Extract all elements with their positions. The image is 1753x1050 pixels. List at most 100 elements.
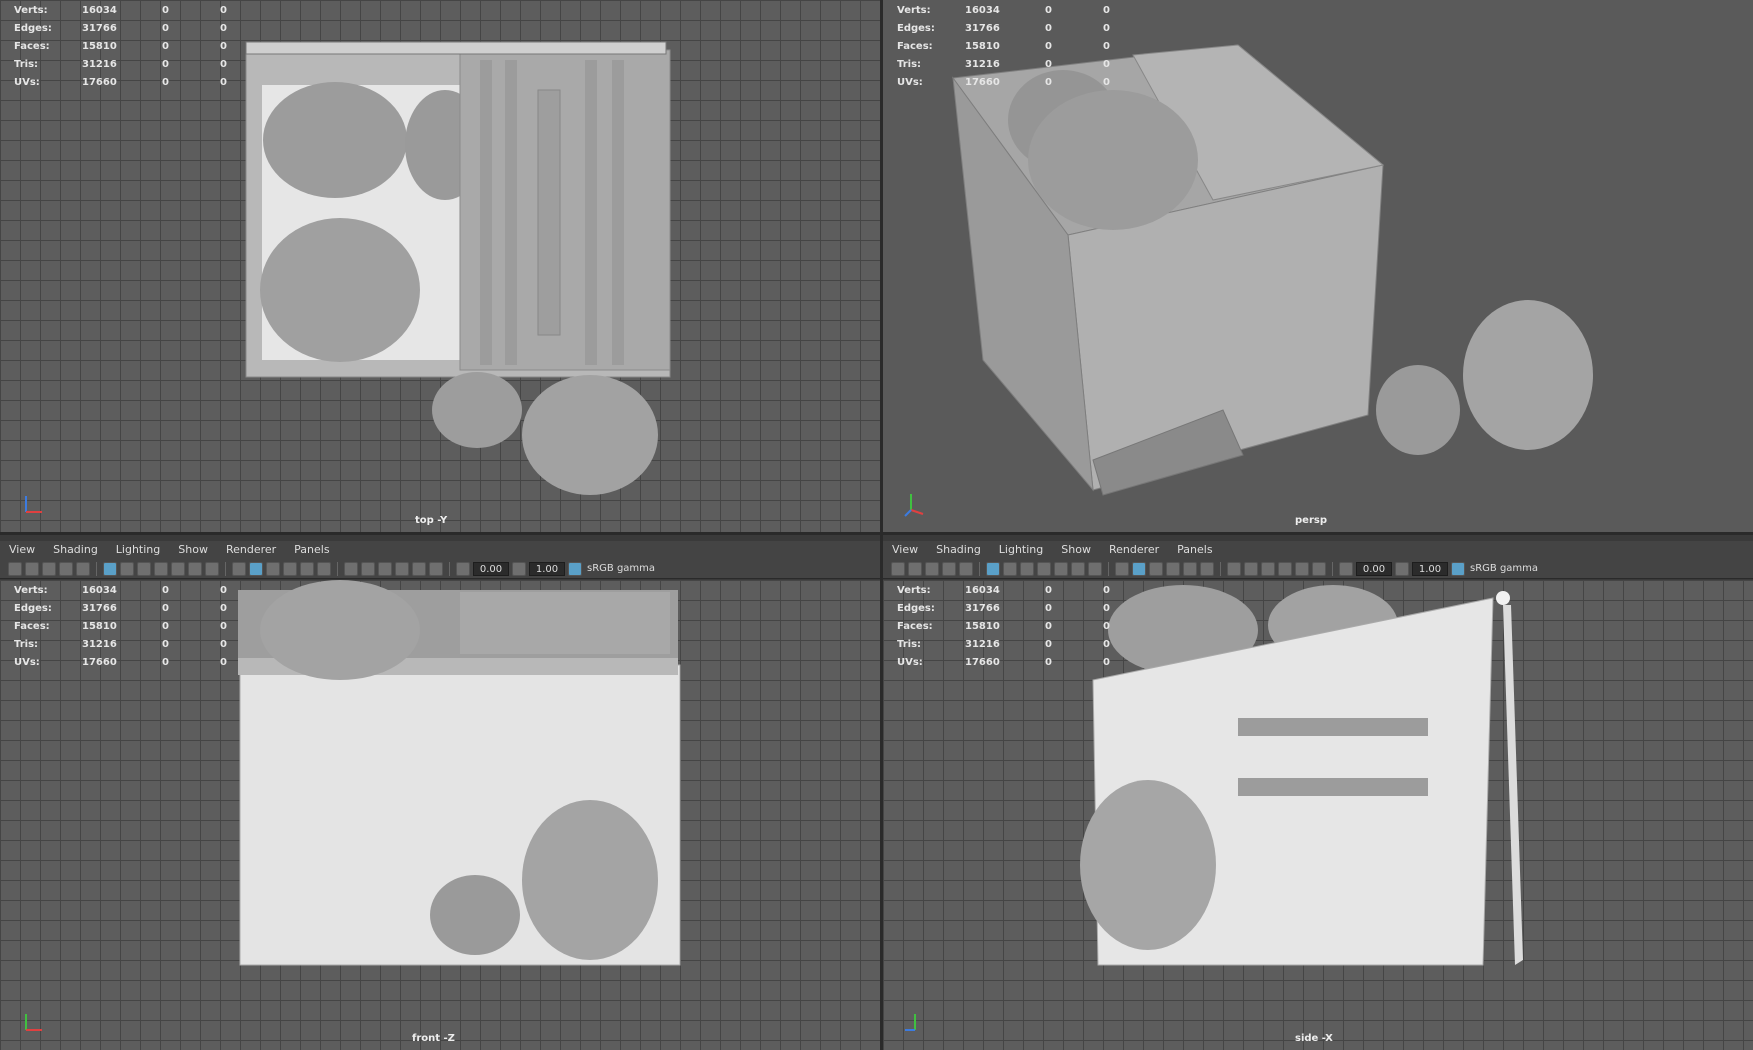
hud-row-uvs: UVs: 17660 0 0 — [897, 77, 1110, 88]
toolbar-divider — [979, 561, 980, 576]
camera-icon[interactable] — [8, 561, 22, 576]
smooth-shade-icon[interactable] — [249, 561, 263, 576]
viewport-top[interactable]: Verts: 16034 0 0 Edges: 31766 0 0 Faces: 15810 0… — [0, 0, 880, 532]
textured-icon[interactable] — [300, 561, 314, 576]
resolution-gate-icon[interactable] — [137, 561, 151, 576]
menu-lighting[interactable]: Lighting — [999, 543, 1043, 556]
viewport-persp[interactable]: Verts: 16034 0 0 Edges: 31766 0 0 Faces: 15810 0… — [883, 0, 1753, 532]
ambient-occlusion-icon[interactable] — [361, 561, 375, 576]
hud-row-tris: Tris: 31216 0 0 — [897, 59, 1110, 70]
safe-title-icon[interactable] — [1088, 561, 1102, 576]
motion-blur-icon[interactable] — [1261, 561, 1275, 576]
field-chart-icon[interactable] — [171, 561, 185, 576]
toolbar-divider — [1220, 561, 1221, 576]
grid-icon[interactable] — [103, 561, 117, 576]
hud-row-verts: Verts: 16034 0 0 — [14, 585, 227, 596]
lighting-icon[interactable] — [1200, 561, 1214, 576]
menu-show[interactable]: Show — [1061, 543, 1091, 556]
grid-icon[interactable] — [986, 561, 1000, 576]
camera-icon[interactable] — [891, 561, 905, 576]
poly-count-hud-persp: Verts: 16034 0 0 Edges: 31766 0 0 Faces: 15810 0… — [897, 2, 1123, 92]
color-management-icon[interactable] — [1451, 561, 1465, 576]
hud-row-faces: Faces: 15810 0 0 — [897, 41, 1110, 52]
gate-mask-icon[interactable] — [1037, 561, 1051, 576]
wireframe-icon[interactable] — [1115, 561, 1129, 576]
textured-icon[interactable] — [1183, 561, 1197, 576]
wireframe-icon[interactable] — [232, 561, 246, 576]
toolbar-divider — [1332, 561, 1333, 576]
xray-components-icon[interactable] — [1312, 561, 1326, 576]
viewport-divider-vertical[interactable] — [880, 0, 883, 1050]
field-chart-icon[interactable] — [1054, 561, 1068, 576]
bookmark-icon[interactable] — [925, 561, 939, 576]
poly-count-hud-front: Verts: 16034 0 0 Edges: 31766 0 0 Faces: 15810 0… — [14, 582, 240, 672]
film-gate-icon[interactable] — [1003, 561, 1017, 576]
safe-action-icon[interactable] — [188, 561, 202, 576]
xray-icon[interactable] — [1166, 561, 1180, 576]
color-space-label[interactable]: sRGB gamma — [587, 563, 655, 574]
hud-row-edges: Edges: 31766 0 0 — [14, 603, 227, 614]
xray-joints-icon[interactable] — [412, 561, 426, 576]
smooth-shade-icon[interactable] — [1132, 561, 1146, 576]
default-material-icon[interactable] — [1149, 561, 1163, 576]
gate-mask-icon[interactable] — [154, 561, 168, 576]
camera-attr-icon[interactable] — [25, 561, 39, 576]
viewport-divider-horizontal[interactable] — [0, 532, 1753, 535]
gamma-icon[interactable] — [512, 561, 526, 576]
default-material-icon[interactable] — [266, 561, 280, 576]
safe-action-icon[interactable] — [1071, 561, 1085, 576]
menu-shading[interactable]: Shading — [53, 543, 98, 556]
shadows-icon[interactable] — [344, 561, 358, 576]
resolution-gate-icon[interactable] — [1020, 561, 1034, 576]
ambient-occlusion-icon[interactable] — [1244, 561, 1258, 576]
menu-show[interactable]: Show — [178, 543, 208, 556]
color-management-icon[interactable] — [568, 561, 582, 576]
toolbar-divider — [96, 561, 97, 576]
panel-toolbar-front: 0.00 1.00 sRGB gamma — [0, 559, 880, 579]
toolbar-divider — [337, 561, 338, 576]
camera-attr-icon[interactable] — [908, 561, 922, 576]
shadows-icon[interactable] — [1227, 561, 1241, 576]
menu-panels[interactable]: Panels — [1177, 543, 1212, 556]
safe-title-icon[interactable] — [205, 561, 219, 576]
viewport-front[interactable]: Verts: 16034 0 0 Edges: 31766 0 0 Faces: 15810 0… — [0, 580, 880, 1050]
hud-row-verts: Verts: 16034 0 0 — [897, 585, 1110, 596]
viewport-label-side: side -X — [1295, 1033, 1333, 1044]
menu-renderer[interactable]: Renderer — [226, 543, 276, 556]
hud-row-tris: Tris: 31216 0 0 — [14, 59, 227, 70]
film-gate-icon[interactable] — [120, 561, 134, 576]
isolate-select-icon[interactable] — [395, 561, 409, 576]
lighting-icon[interactable] — [317, 561, 331, 576]
grease-pencil-icon[interactable] — [76, 561, 90, 576]
menu-view[interactable]: View — [892, 543, 918, 556]
xray-icon[interactable] — [283, 561, 297, 576]
gamma-field[interactable]: 1.00 — [529, 561, 565, 576]
gamma-icon[interactable] — [1395, 561, 1409, 576]
panel-menubar-side: View Shading Lighting Show Renderer Panels — [883, 541, 1753, 559]
menu-shading[interactable]: Shading — [936, 543, 981, 556]
hud-row-faces: Faces: 15810 0 0 — [14, 41, 227, 52]
axis-gizmo-icon — [905, 1014, 916, 1031]
xray-joints-icon[interactable] — [1295, 561, 1309, 576]
poly-count-hud: Verts: 16034 0 0 Edges: 31766 0 0 Faces: 15810 0… — [14, 2, 240, 92]
menu-view[interactable]: View — [9, 543, 35, 556]
panel-menubar-front: View Shading Lighting Show Renderer Panels — [0, 541, 880, 559]
gamma-field[interactable]: 1.00 — [1412, 561, 1448, 576]
exposure-field[interactable]: 0.00 — [1356, 561, 1392, 576]
poly-count-hud-side: Verts: 16034 0 0 Edges: 31766 0 0 Faces: 15810 0… — [897, 582, 1123, 672]
bookmark-icon[interactable] — [42, 561, 56, 576]
viewport-side[interactable]: Verts: 16034 0 0 Edges: 31766 0 0 Faces: 15810 0… — [883, 580, 1753, 1050]
image-plane-icon[interactable] — [942, 561, 956, 576]
exposure-field[interactable]: 0.00 — [473, 561, 509, 576]
exposure-icon[interactable] — [456, 561, 470, 576]
exposure-icon[interactable] — [1339, 561, 1353, 576]
motion-blur-icon[interactable] — [378, 561, 392, 576]
menu-panels[interactable]: Panels — [294, 543, 329, 556]
xray-components-icon[interactable] — [429, 561, 443, 576]
image-plane-icon[interactable] — [59, 561, 73, 576]
menu-renderer[interactable]: Renderer — [1109, 543, 1159, 556]
menu-lighting[interactable]: Lighting — [116, 543, 160, 556]
color-space-label[interactable]: sRGB gamma — [1470, 563, 1538, 574]
isolate-select-icon[interactable] — [1278, 561, 1292, 576]
grease-pencil-icon[interactable] — [959, 561, 973, 576]
